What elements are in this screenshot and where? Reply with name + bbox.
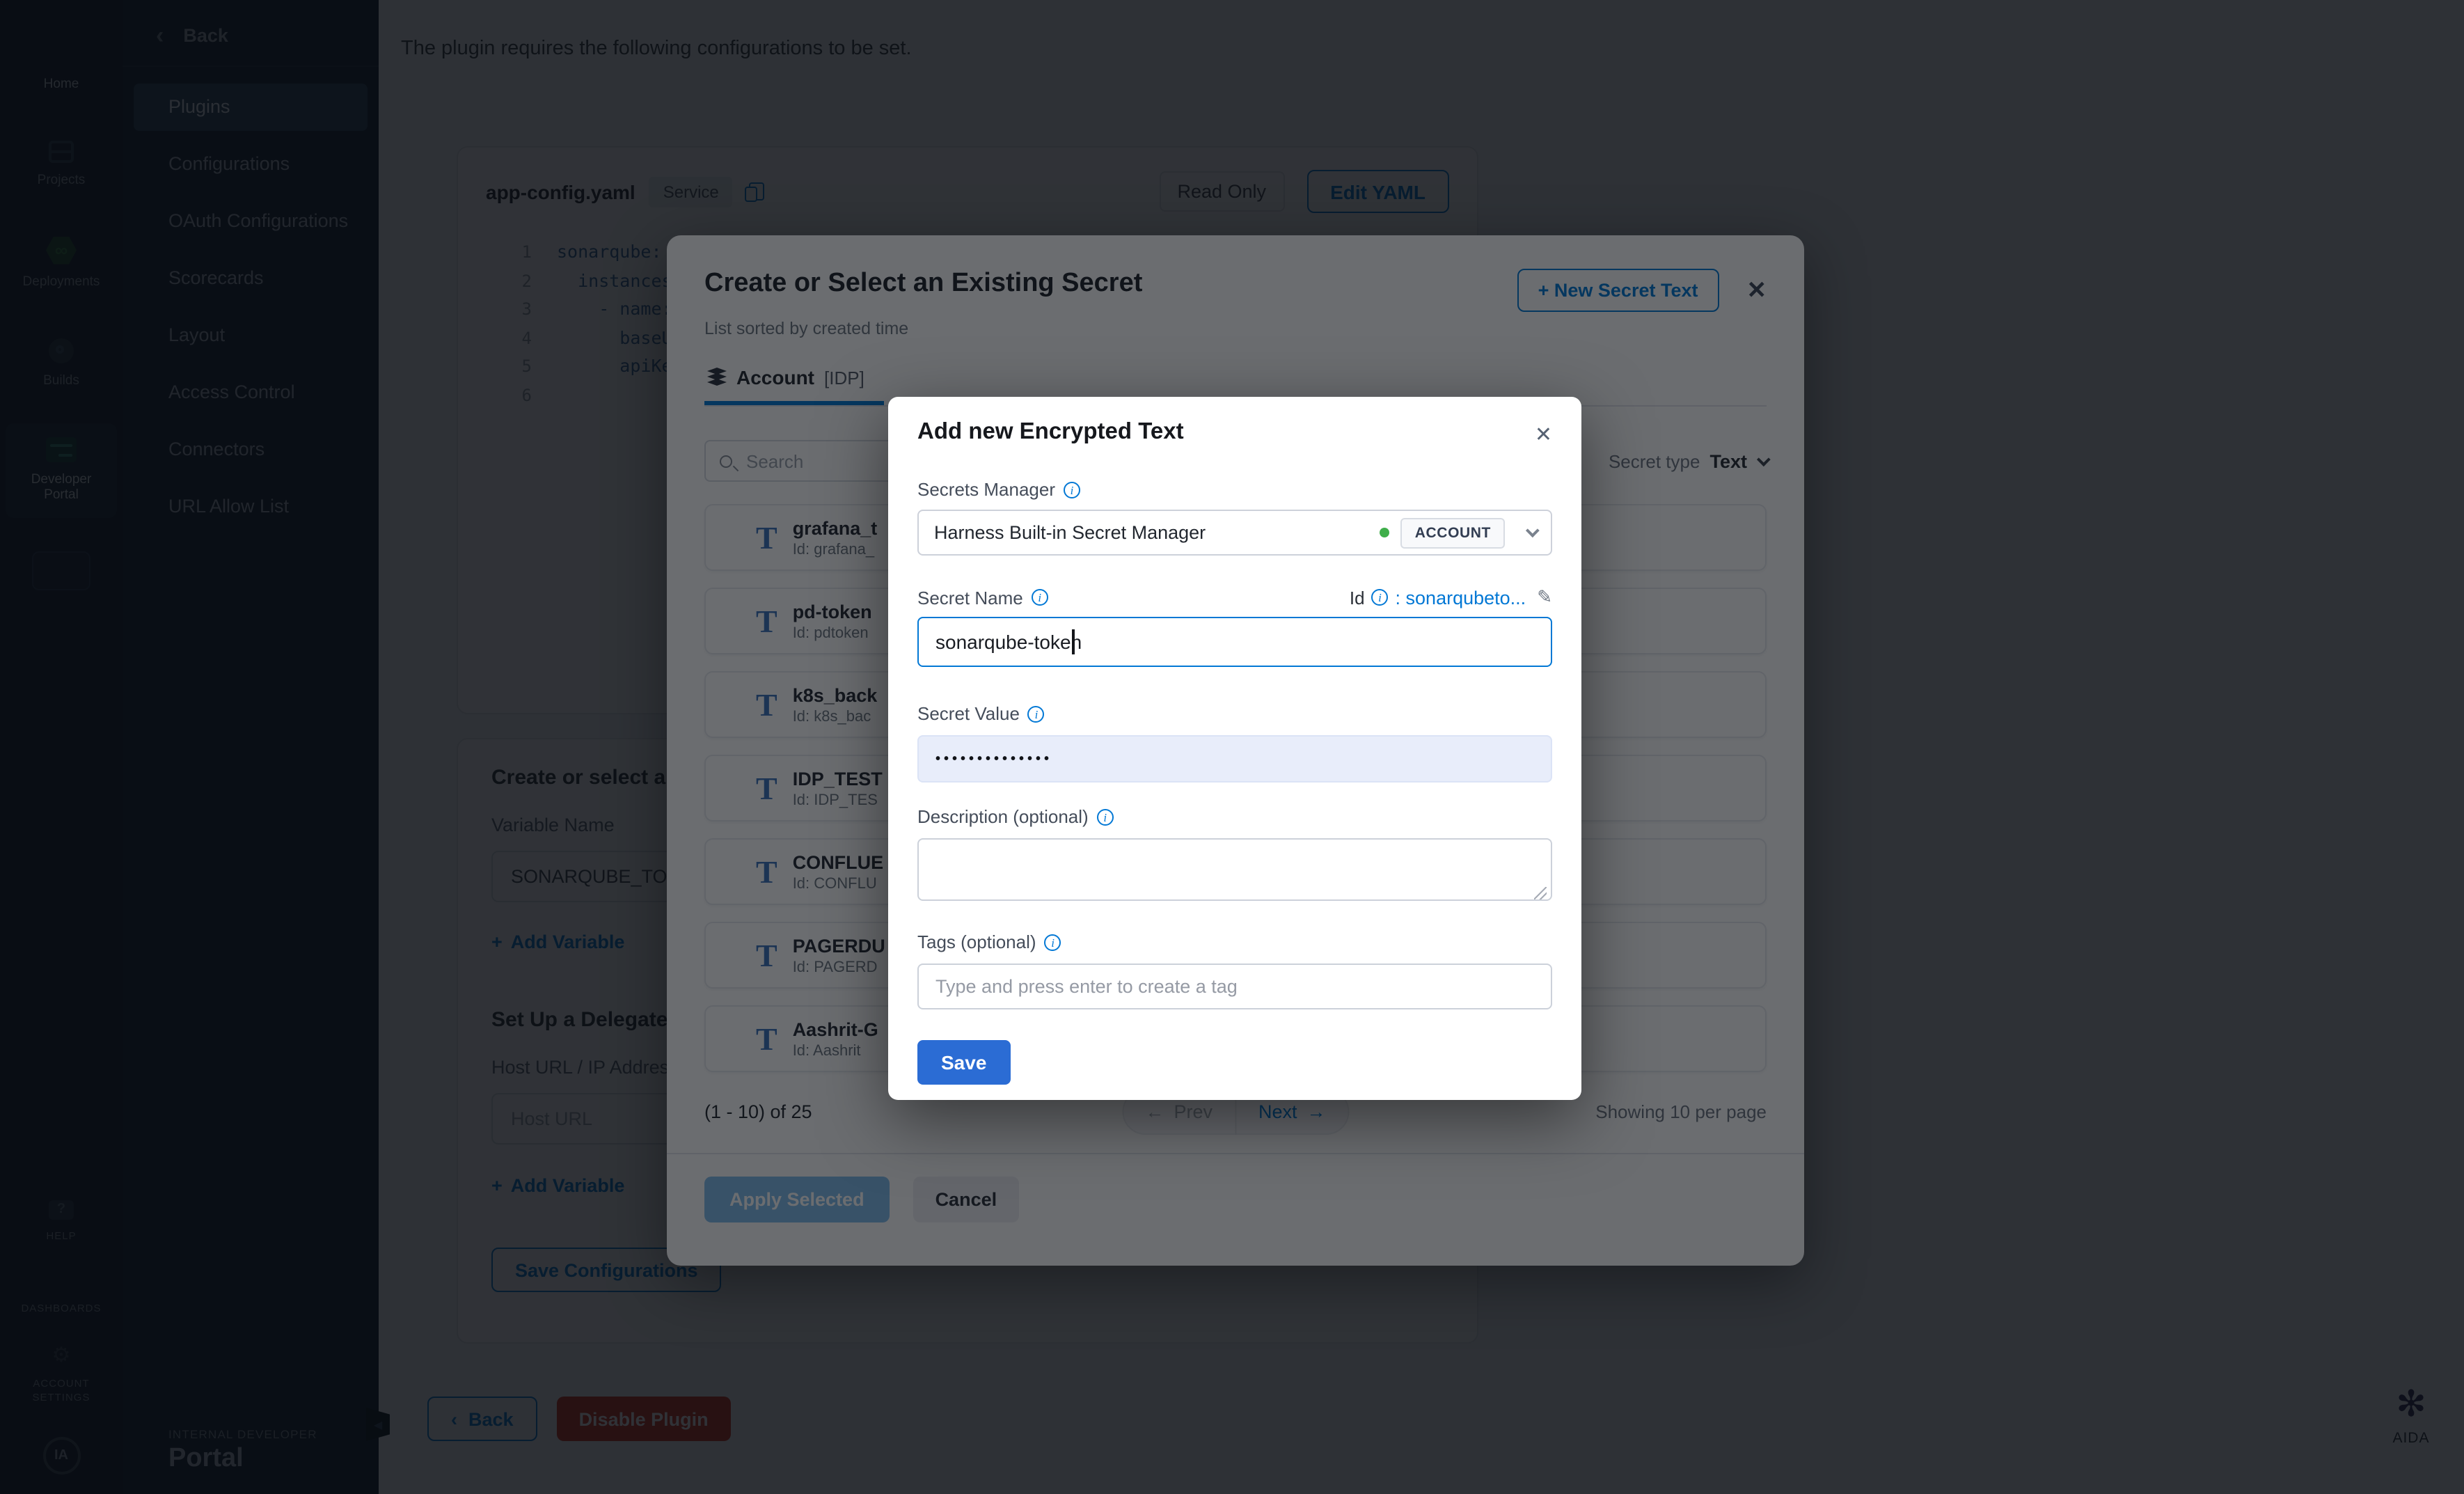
secrets-manager-select[interactable]: Harness Built-in Secret Manager ACCOUNT xyxy=(917,510,1552,556)
status-dot-icon xyxy=(1380,528,1390,537)
text-caret xyxy=(1072,629,1074,654)
description-label: Description (optional) i xyxy=(917,806,1552,827)
info-icon[interactable]: i xyxy=(1045,934,1061,950)
secret-id-link[interactable]: : sonarqubeto... xyxy=(1396,587,1526,608)
close-icon[interactable]: ✕ xyxy=(1535,419,1552,447)
app-root: HomeProjects∞DeploymentsBuildsDeveloper … xyxy=(0,0,2464,1494)
resize-handle[interactable] xyxy=(1534,887,1547,899)
edit-id-pencil-icon[interactable]: ✎ xyxy=(1537,586,1552,608)
id-label: Id xyxy=(1350,587,1365,608)
tags-input[interactable] xyxy=(917,964,1552,1009)
save-button[interactable]: Save xyxy=(917,1040,1010,1085)
info-icon[interactable]: i xyxy=(1028,705,1045,722)
tags-label: Tags (optional) i xyxy=(917,931,1552,952)
info-icon[interactable]: i xyxy=(1372,589,1389,606)
info-icon[interactable]: i xyxy=(1032,589,1048,606)
scope-chip: ACCOUNT xyxy=(1401,517,1505,548)
secret-name-label: Secret Name i xyxy=(917,587,1048,608)
secret-value-input[interactable] xyxy=(917,735,1552,783)
secret-name-input[interactable] xyxy=(917,617,1552,667)
modal-title: Add new Encrypted Text xyxy=(917,419,1184,446)
description-textarea[interactable] xyxy=(917,838,1552,901)
info-icon[interactable]: i xyxy=(1097,808,1114,825)
modal-add-encrypted-text: Add new Encrypted Text ✕ Secrets Manager… xyxy=(888,397,1581,1100)
secret-value-label: Secret Value i xyxy=(917,703,1552,724)
chevron-down-icon xyxy=(1526,524,1540,537)
secrets-manager-label: Secrets Manager i xyxy=(917,479,1552,500)
info-icon[interactable]: i xyxy=(1064,481,1080,498)
